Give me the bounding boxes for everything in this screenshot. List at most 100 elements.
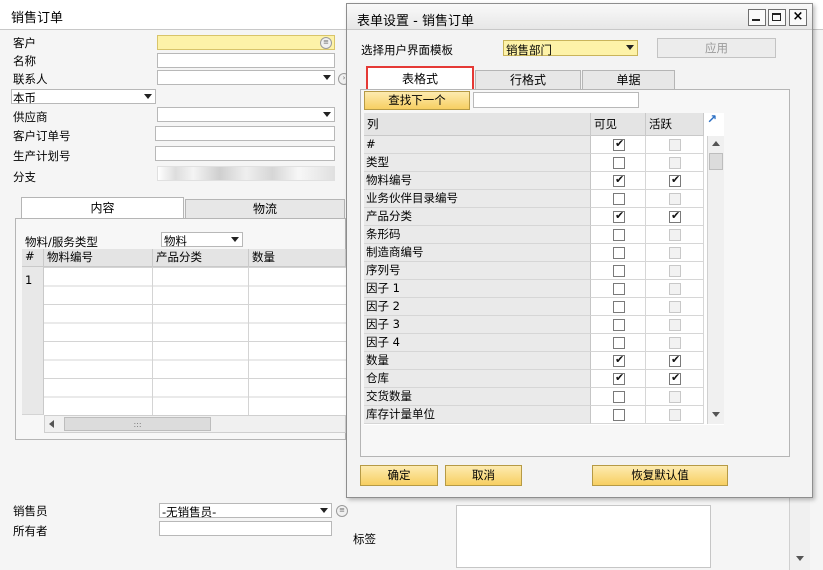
check-mark-icon: ✔ (671, 209, 681, 222)
visible-checkbox[interactable] (613, 409, 625, 421)
name-field[interactable] (157, 53, 335, 68)
settings-row-visible-cell: ✔ (591, 208, 646, 226)
visible-checkbox[interactable]: ✔ (613, 353, 625, 367)
tags-label: 标签 (353, 532, 376, 546)
active-checkbox[interactable]: ✔ (669, 353, 681, 367)
active-checkbox (669, 283, 681, 295)
scroll-thumb[interactable]: ::: (64, 417, 211, 431)
minimize-icon[interactable] (748, 9, 766, 26)
check-mark-icon: ✔ (615, 353, 625, 366)
settings-row-name: 因子 3 (364, 316, 591, 334)
visible-checkbox[interactable]: ✔ (613, 137, 625, 151)
grid-row-headers (22, 267, 44, 415)
settings-row-name: 制造商编号 (364, 244, 591, 262)
visible-checkbox[interactable] (613, 229, 625, 241)
tab-logistics[interactable]: 物流 (185, 199, 345, 219)
scroll-down-icon[interactable] (712, 412, 720, 417)
apply-button[interactable]: 应用 (657, 38, 776, 58)
currency-select[interactable]: 本币 (11, 89, 156, 105)
settings-row-active-cell (646, 136, 704, 154)
contact-select[interactable] (157, 70, 335, 85)
grid-first-row-number: 1 (25, 273, 33, 287)
settings-row-active-cell (646, 226, 704, 244)
template-select[interactable]: 销售部门 (503, 40, 638, 57)
scroll-left-icon[interactable] (49, 420, 54, 428)
visible-checkbox[interactable]: ✔ (613, 371, 625, 385)
currency-value: 本币 (13, 91, 36, 105)
settings-row-visible-cell (591, 298, 646, 316)
settings-row-visible-cell (591, 226, 646, 244)
close-icon[interactable]: × (789, 9, 807, 26)
settings-row-active-cell (646, 280, 704, 298)
settings-row-name: 序列号 (364, 262, 591, 280)
tags-textarea[interactable] (456, 505, 711, 568)
header-active[interactable]: 活跃 (646, 113, 704, 136)
item-type-select[interactable]: 物料 (161, 232, 243, 248)
visible-checkbox[interactable] (613, 283, 625, 295)
visible-checkbox[interactable]: ✔ (613, 209, 625, 223)
expand-arrow-icon[interactable]: ↗ (707, 113, 719, 126)
tab-content[interactable]: 内容 (21, 197, 184, 219)
grid-horizontal-scrollbar[interactable]: ::: (44, 415, 346, 433)
settings-scroll-thumb[interactable] (709, 153, 723, 170)
owner-field[interactable] (159, 521, 332, 536)
tab-row-format[interactable]: 行格式 (475, 70, 581, 90)
active-checkbox[interactable]: ✔ (669, 209, 681, 223)
active-checkbox (669, 301, 681, 313)
salesperson-value: -无销售员- (162, 505, 217, 519)
visible-checkbox[interactable] (613, 193, 625, 205)
find-input[interactable] (473, 92, 639, 108)
header-visible[interactable]: 可见 (591, 113, 646, 136)
grid-body-rows[interactable] (44, 267, 346, 415)
customer-field[interactable]: ≡ (157, 35, 335, 50)
settings-row-visible-cell: ✔ (591, 172, 646, 190)
settings-row-name: 业务伙伴目录编号 (364, 190, 591, 208)
salesperson-label: 销售员 (13, 504, 48, 518)
restore-default-button[interactable]: 恢复默认值 (592, 465, 728, 486)
choose-from-list-icon[interactable]: ≡ (320, 37, 332, 49)
cancel-button[interactable]: 取消 (445, 465, 522, 486)
sales-order-title: 销售订单 (11, 11, 64, 26)
production-plan-no-field[interactable] (155, 146, 335, 161)
remarks-scrollbar[interactable] (789, 498, 810, 570)
settings-rows: # ✔ 类型 物料编号 ✔ ✔ 业务伙伴目录编号 产品分类 ✔ ✔ 条形码 制造商编号 序列号 因子 1因… (364, 136, 704, 425)
visible-checkbox[interactable]: ✔ (613, 173, 625, 187)
check-mark-icon: ✔ (615, 371, 625, 384)
item-type-value: 物料 (164, 234, 187, 248)
find-next-button[interactable]: 查找下一个 (364, 91, 470, 110)
maximize-icon[interactable] (768, 9, 786, 26)
settings-row-visible-cell (591, 406, 646, 424)
visible-checkbox[interactable] (613, 391, 625, 403)
active-checkbox[interactable]: ✔ (669, 371, 681, 385)
active-checkbox[interactable]: ✔ (669, 173, 681, 187)
visible-checkbox[interactable] (613, 319, 625, 331)
visible-checkbox[interactable] (613, 157, 625, 169)
visible-checkbox[interactable] (613, 247, 625, 259)
dialog-title-bar[interactable]: 表单设置 - 销售订单 × (347, 4, 812, 30)
visible-checkbox[interactable] (613, 265, 625, 277)
settings-row-active-cell (646, 262, 704, 280)
contact-label: 联系人 (13, 72, 48, 86)
visible-checkbox[interactable] (613, 337, 625, 349)
salesperson-info-icon[interactable]: ≡ (336, 505, 348, 517)
settings-row-visible-cell (591, 388, 646, 406)
grid-header-no[interactable]: # (22, 249, 44, 267)
settings-vertical-scrollbar[interactable] (707, 136, 724, 424)
grid-header-quantity[interactable]: 数量 (249, 249, 346, 267)
tab-document[interactable]: 单据 (582, 70, 675, 90)
scroll-down-icon[interactable] (796, 556, 804, 561)
active-checkbox (669, 265, 681, 277)
branch-field-blurred[interactable] (157, 166, 335, 181)
visible-checkbox[interactable] (613, 301, 625, 313)
customer-order-no-label: 客户订单号 (13, 129, 71, 143)
grid-header-product-category[interactable]: 产品分类 (153, 249, 249, 267)
settings-row-active-cell (646, 154, 704, 172)
header-column[interactable]: 列 (364, 113, 591, 136)
customer-order-no-field[interactable] (155, 126, 335, 141)
scroll-up-icon[interactable] (712, 141, 720, 146)
active-checkbox (669, 391, 681, 403)
salesperson-select[interactable]: -无销售员- (159, 503, 332, 519)
grid-header-item-no[interactable]: 物料编号 (44, 249, 153, 267)
ok-button[interactable]: 确定 (360, 465, 438, 486)
vendor-select[interactable] (157, 107, 335, 122)
